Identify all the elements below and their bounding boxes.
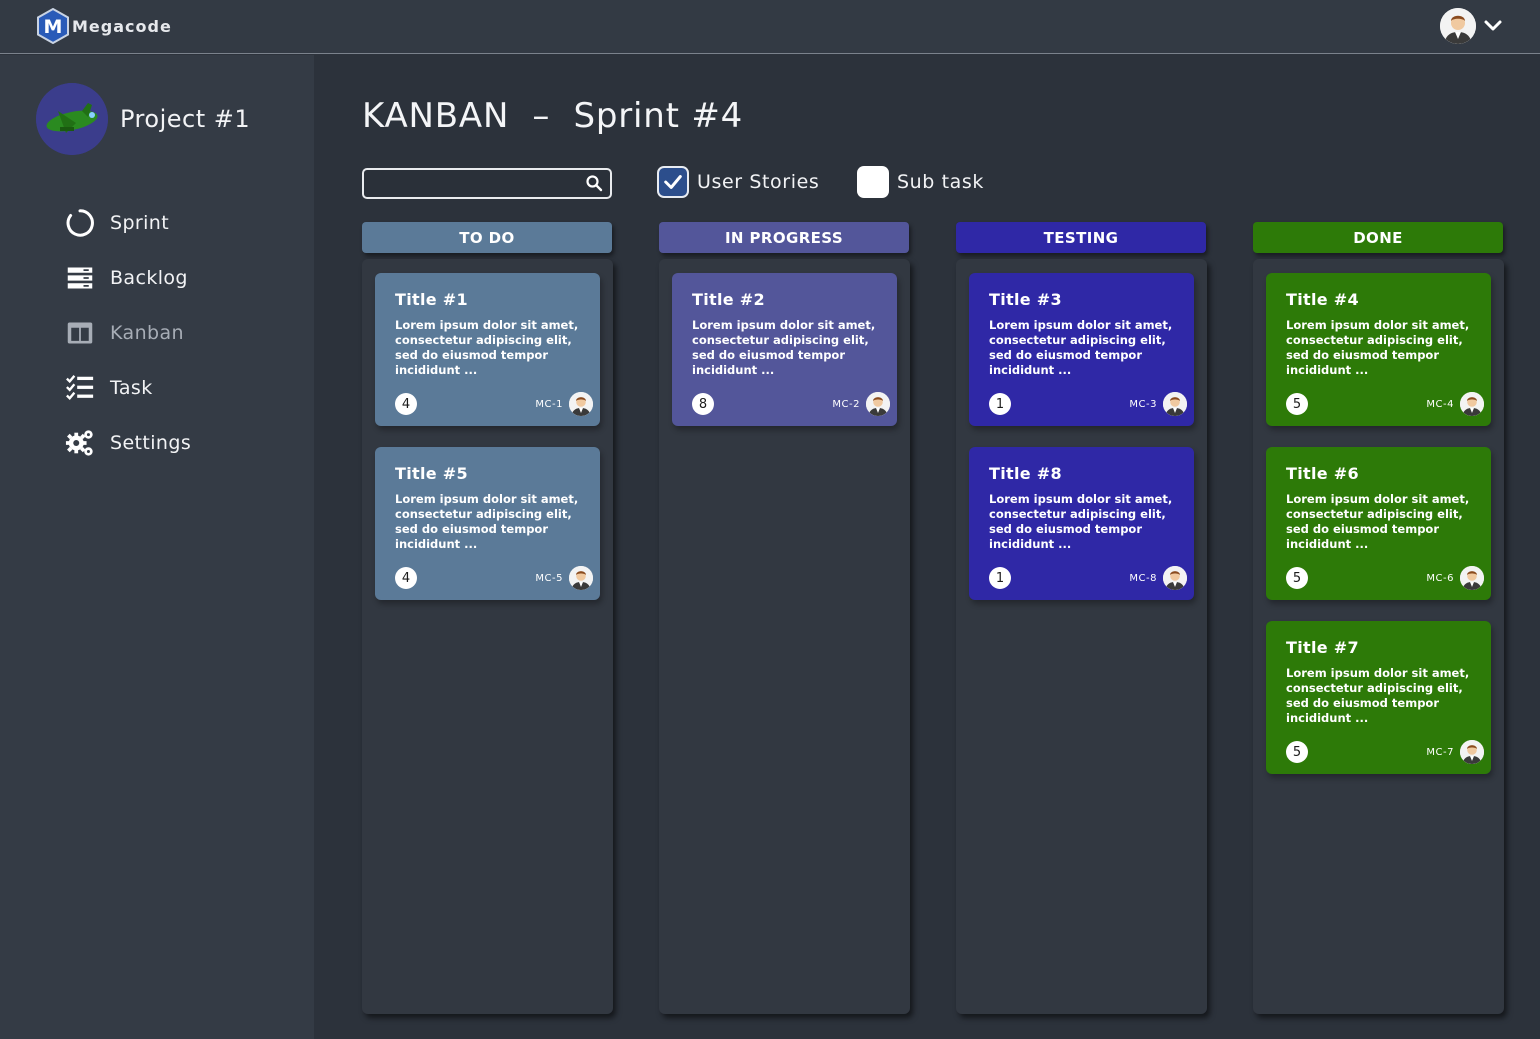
column-header-to-do[interactable]: TO DO: [362, 222, 612, 253]
search-icon[interactable]: [585, 174, 603, 192]
sidebar-item-backlog[interactable]: Backlog: [64, 250, 191, 305]
card-title: Title #8: [989, 464, 1062, 483]
filter-sub-task[interactable]: Sub task: [857, 166, 984, 198]
card-title: Title #1: [395, 290, 468, 309]
sprint-circle-icon: [64, 207, 96, 239]
sidebar-item-task[interactable]: Task: [64, 360, 191, 415]
sidebar-item-label: Task: [110, 376, 153, 399]
card-description: Lorem ipsum dolor sit amet, consectetur …: [1286, 318, 1470, 377]
backlog-list-icon: [64, 262, 96, 294]
issue-key[interactable]: MC-7: [1426, 747, 1454, 758]
card-title: Title #6: [1286, 464, 1359, 483]
sub-task-label: Sub task: [897, 171, 984, 193]
column-done: Title #4 Lorem ipsum dolor sit amet, cons…: [1253, 259, 1504, 1014]
kanban-card[interactable]: Title #7 Lorem ipsum dolor sit amet, cons…: [1266, 621, 1491, 774]
kanban-card[interactable]: Title #6 Lorem ipsum dolor sit amet, cons…: [1266, 447, 1491, 600]
sidebar: Project #1 Sprint Backlog Kanban Task Se…: [0, 55, 314, 1039]
card-description: Lorem ipsum dolor sit amet, consectetur …: [1286, 666, 1470, 725]
kanban-card[interactable]: Title #8 Lorem ipsum dolor sit amet, cons…: [969, 447, 1194, 600]
user-menu[interactable]: [1440, 8, 1504, 44]
story-points-badge: 5: [1286, 741, 1308, 763]
sidebar-item-label: Backlog: [110, 266, 188, 289]
story-points-badge: 5: [1286, 393, 1308, 415]
issue-key[interactable]: MC-5: [535, 573, 563, 584]
kanban-card[interactable]: Title #3 Lorem ipsum dolor sit amet, cons…: [969, 273, 1194, 426]
kanban-card[interactable]: Title #5 Lorem ipsum dolor sit amet, cons…: [375, 447, 600, 600]
issue-key[interactable]: MC-8: [1129, 573, 1157, 584]
app-logo[interactable]: M Megacode: [36, 8, 172, 44]
sidebar-item-kanban[interactable]: Kanban: [64, 305, 191, 360]
column-testing: Title #3 Lorem ipsum dolor sit amet, cons…: [956, 259, 1207, 1014]
project-name: Project #1: [120, 105, 251, 133]
sub-task-checkbox[interactable]: [857, 166, 889, 198]
card-description: Lorem ipsum dolor sit amet, consectetur …: [395, 318, 579, 377]
story-points-badge: 8: [692, 393, 714, 415]
checkmark-icon: [664, 175, 682, 189]
card-title: Title #3: [989, 290, 1062, 309]
assignee-avatar-icon[interactable]: [1460, 740, 1484, 764]
settings-gears-icon: [64, 427, 96, 459]
story-points-badge: 4: [395, 567, 417, 589]
card-description: Lorem ipsum dolor sit amet, consectetur …: [989, 492, 1173, 551]
card-title: Title #2: [692, 290, 765, 309]
kanban-card[interactable]: Title #2 Lorem ipsum dolor sit amet, cons…: [672, 273, 897, 426]
kanban-card[interactable]: Title #4 Lorem ipsum dolor sit amet, cons…: [1266, 273, 1491, 426]
column-header-testing[interactable]: TESTING: [956, 222, 1206, 253]
assignee-avatar-icon[interactable]: [569, 566, 593, 590]
column-header-done[interactable]: DONE: [1253, 222, 1503, 253]
search-box: [362, 168, 612, 199]
megacode-logo-icon: M: [37, 8, 69, 44]
card-description: Lorem ipsum dolor sit amet, consectetur …: [692, 318, 876, 377]
story-points-badge: 5: [1286, 567, 1308, 589]
top-bar: M Megacode: [0, 0, 1540, 54]
assignee-avatar-icon[interactable]: [1460, 392, 1484, 416]
search-input[interactable]: [364, 170, 574, 197]
page-title: KANBAN – Sprint #4: [362, 96, 744, 136]
sidebar-item-label: Settings: [110, 431, 192, 454]
story-points-badge: 1: [989, 393, 1011, 415]
column-in-progress: Title #2 Lorem ipsum dolor sit amet, cons…: [659, 259, 910, 1014]
kanban-board-icon: [64, 317, 96, 349]
card-title: Title #7: [1286, 638, 1359, 657]
issue-key[interactable]: MC-2: [832, 399, 860, 410]
user-stories-label: User Stories: [697, 171, 820, 193]
story-points-badge: 1: [989, 567, 1011, 589]
user-stories-checkbox[interactable]: [657, 166, 689, 198]
column-to-do: Title #1 Lorem ipsum dolor sit amet, cons…: [362, 259, 613, 1014]
column-header-in-progress[interactable]: IN PROGRESS: [659, 222, 909, 253]
card-description: Lorem ipsum dolor sit amet, consectetur …: [395, 492, 579, 551]
card-description: Lorem ipsum dolor sit amet, consectetur …: [989, 318, 1173, 377]
sidebar-nav: Sprint Backlog Kanban Task Settings: [64, 195, 191, 470]
card-title: Title #4: [1286, 290, 1359, 309]
assignee-avatar-icon[interactable]: [866, 392, 890, 416]
airplane-avatar-icon: [36, 83, 108, 155]
chevron-down-icon[interactable]: [1482, 15, 1504, 37]
app-name: Megacode: [72, 16, 172, 36]
sidebar-item-label: Sprint: [110, 211, 170, 234]
filter-user-stories[interactable]: User Stories: [657, 166, 819, 198]
sidebar-item-settings[interactable]: Settings: [64, 415, 191, 470]
sidebar-item-sprint[interactable]: Sprint: [64, 195, 191, 250]
issue-key[interactable]: MC-3: [1129, 399, 1157, 410]
issue-key[interactable]: MC-1: [535, 399, 563, 410]
story-points-badge: 4: [395, 393, 417, 415]
assignee-avatar-icon[interactable]: [1460, 566, 1484, 590]
card-description: Lorem ipsum dolor sit amet, consectetur …: [1286, 492, 1470, 551]
task-checklist-icon: [64, 372, 96, 404]
logo-letter: M: [44, 16, 63, 38]
user-avatar-icon[interactable]: [1440, 8, 1476, 44]
card-title: Title #5: [395, 464, 468, 483]
kanban-card[interactable]: Title #1 Lorem ipsum dolor sit amet, cons…: [375, 273, 600, 426]
assignee-avatar-icon[interactable]: [569, 392, 593, 416]
issue-key[interactable]: MC-4: [1426, 399, 1454, 410]
sidebar-item-label: Kanban: [110, 321, 184, 344]
assignee-avatar-icon[interactable]: [1163, 392, 1187, 416]
project-header[interactable]: Project #1: [36, 83, 250, 155]
assignee-avatar-icon[interactable]: [1163, 566, 1187, 590]
issue-key[interactable]: MC-6: [1426, 573, 1454, 584]
